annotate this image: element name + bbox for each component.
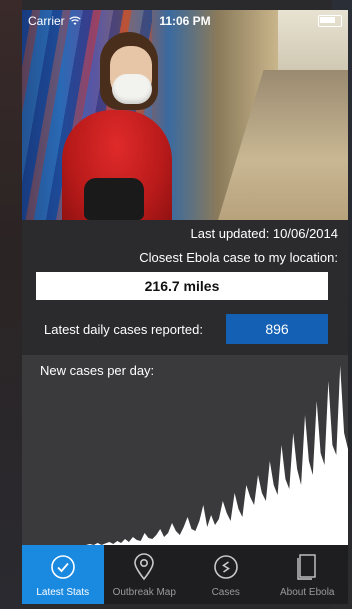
checkmark-circle-icon: [49, 553, 77, 581]
tab-outbreak-map-label: Outbreak Map: [112, 587, 176, 598]
tab-cases-label: Cases: [211, 587, 240, 598]
tab-latest-stats-label: Latest Stats: [36, 587, 90, 598]
chart-svg: [82, 365, 348, 545]
stats-panel: Last updated: 10/06/2014 Closest Ebola c…: [22, 220, 348, 355]
hero-photo: Carrier 11:06 PM: [22, 10, 348, 220]
daily-cases-label: Latest daily cases reported:: [44, 322, 203, 337]
handbag: [84, 178, 144, 220]
tab-bar: Latest Stats Outbreak Map Cases About Eb…: [22, 545, 348, 604]
chart-title: New cases per day:: [40, 363, 155, 378]
status-time: 11:06 PM: [159, 14, 211, 28]
tab-about-ebola[interactable]: About Ebola: [267, 545, 349, 604]
cases-circle-icon: [212, 553, 240, 581]
tab-cases[interactable]: Cases: [185, 545, 267, 604]
closest-case-label: Closest Ebola case to my location:: [139, 250, 338, 265]
daily-cases-value: 896: [226, 314, 328, 344]
status-bar: Carrier 11:06 PM: [22, 10, 348, 32]
street: [218, 70, 348, 220]
tab-about-ebola-label: About Ebola: [280, 587, 335, 598]
new-cases-chart: New cases per day:: [22, 355, 348, 545]
background-left: [0, 0, 22, 609]
face-mask: [112, 74, 152, 104]
map-pin-icon: [130, 553, 158, 581]
tab-latest-stats[interactable]: Latest Stats: [22, 545, 104, 604]
battery-icon: [318, 15, 342, 27]
closest-case-distance: 216.7 miles: [36, 272, 328, 300]
tab-outbreak-map[interactable]: Outbreak Map: [104, 545, 186, 604]
document-icon: [293, 553, 321, 581]
phone-screen: Carrier 11:06 PM Last updated: 10/06/201…: [22, 10, 348, 604]
last-updated-text: Last updated: 10/06/2014: [190, 226, 338, 241]
series-area: [82, 365, 348, 545]
